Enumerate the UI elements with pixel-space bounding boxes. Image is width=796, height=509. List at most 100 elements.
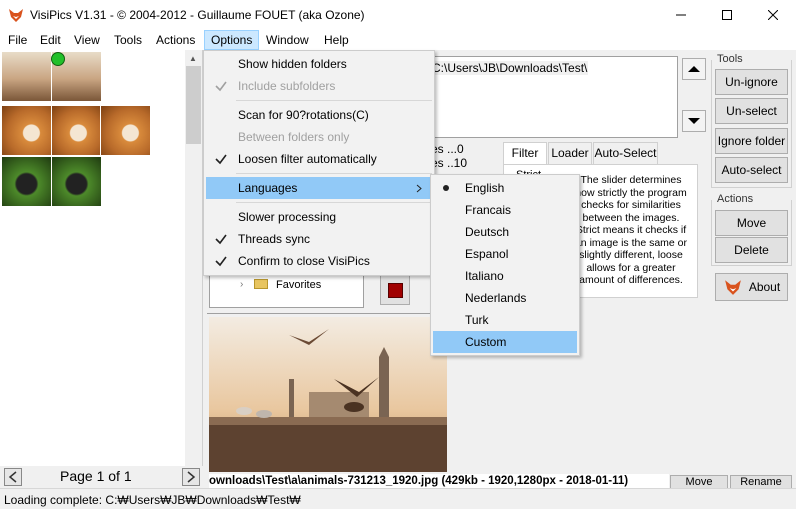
menu-separator xyxy=(236,100,432,101)
menu-window[interactable]: Window xyxy=(260,30,315,50)
menu-slower-processing[interactable]: Slower processing xyxy=(206,206,432,228)
folder-path[interactable]: C:\Users\JB\Downloads\Test\ xyxy=(431,61,589,75)
menu-show-hidden-folders[interactable]: Show hidden folders xyxy=(206,53,432,75)
check-icon xyxy=(215,256,227,267)
un-ignore-button[interactable]: Un-ignore xyxy=(715,69,788,95)
menu-include-subfolders[interactable]: Include subfolders xyxy=(206,75,432,97)
page-label: Page 1 of 1 xyxy=(60,468,132,484)
menu-options[interactable]: Options xyxy=(204,30,260,50)
thumbnail-image[interactable] xyxy=(52,157,101,206)
tab-loader[interactable]: Loader xyxy=(548,142,592,164)
menu-separator xyxy=(236,173,432,174)
minimize-button[interactable] xyxy=(658,0,704,30)
file-info: ownloads\Test\a\animals-731213_1920.jpg … xyxy=(209,474,669,489)
thumbnail-image[interactable] xyxy=(51,106,101,155)
close-icon xyxy=(768,10,778,20)
status-text: Loading complete: C:₩Users₩JB₩Downloads₩… xyxy=(4,493,301,507)
menu-view[interactable]: View xyxy=(68,30,106,50)
thumbnail-image[interactable] xyxy=(2,157,51,206)
tree-expand-icon[interactable]: › xyxy=(240,279,243,290)
tab-auto-select[interactable]: Auto-Select xyxy=(593,142,658,164)
language-english[interactable]: English xyxy=(433,177,577,199)
menu-separator xyxy=(236,202,432,203)
tab-filter[interactable]: Filter xyxy=(503,142,547,166)
menu-loosen-filter[interactable]: Loosen filter automatically xyxy=(206,148,432,170)
title-bar: VisiPics V1.31 - © 2004-2012 - Guillaume… xyxy=(0,0,796,30)
language-espanol[interactable]: Espanol xyxy=(433,243,577,265)
thumbnail-row xyxy=(2,106,151,155)
thumbnail-panel xyxy=(0,50,203,466)
menu-between-folders[interactable]: Between folders only xyxy=(206,126,432,148)
menu-actions[interactable]: Actions xyxy=(150,30,201,50)
remove-folder-button[interactable] xyxy=(682,110,706,132)
preview-divider xyxy=(207,313,450,314)
check-icon xyxy=(215,154,227,165)
info-move-button[interactable]: Move xyxy=(670,475,728,489)
un-select-button[interactable]: Un-select xyxy=(715,98,788,124)
check-icon xyxy=(215,81,227,92)
about-label: About xyxy=(748,280,781,294)
about-button[interactable]: About xyxy=(715,273,788,301)
check-icon xyxy=(215,234,227,245)
page-next-button[interactable] xyxy=(182,468,200,486)
stop-icon xyxy=(388,283,403,298)
page-prev-icon xyxy=(8,471,17,483)
arrow-down-icon xyxy=(688,118,700,124)
page-next-icon xyxy=(187,471,196,483)
thumbnail-scrollbar[interactable]: ▲ xyxy=(185,50,202,466)
preview-image xyxy=(209,317,447,472)
info-rename-button[interactable]: Rename xyxy=(730,475,792,489)
status-bar: Loading complete: C:₩Users₩JB₩Downloads₩… xyxy=(0,488,796,509)
menu-file[interactable]: File xyxy=(2,30,33,50)
scroll-up-icon[interactable]: ▲ xyxy=(189,54,197,63)
folder-list[interactable]: C:\Users\JB\Downloads\Test\ xyxy=(430,56,678,138)
stop-button[interactable] xyxy=(380,275,410,305)
minimize-icon xyxy=(676,14,686,16)
page-prev-button[interactable] xyxy=(4,468,22,486)
maximize-icon xyxy=(722,10,732,20)
filter-level-label-1: es ...0 xyxy=(431,142,464,156)
thumbnail-image[interactable] xyxy=(2,106,51,155)
fox-about-icon xyxy=(724,280,741,295)
pager: Page 1 of 1 xyxy=(0,466,203,488)
window-title: VisiPics V1.31 - © 2004-2012 - Guillaume… xyxy=(30,8,365,22)
menu-confirm-close[interactable]: Confirm to close VisiPics xyxy=(206,250,432,272)
maximize-button[interactable] xyxy=(704,0,750,30)
filter-description: The slider determines how strictly the p… xyxy=(574,174,688,286)
language-nederlands[interactable]: Nederlands xyxy=(433,287,577,309)
filter-level-label-2: es ..10 xyxy=(431,156,468,170)
menu-languages[interactable]: Languages xyxy=(206,177,432,199)
delete-button[interactable]: Delete xyxy=(715,237,788,263)
languages-menu: English Francais Deutsch Espanol Italian… xyxy=(430,174,580,356)
preview-photo xyxy=(209,317,447,472)
language-turk[interactable]: Turk xyxy=(433,309,577,331)
language-francais[interactable]: Francais xyxy=(433,199,577,221)
menu-scan-rotations[interactable]: Scan for 90?rotations(C) xyxy=(206,104,432,126)
ignore-folder-button[interactable]: Ignore folder xyxy=(715,128,788,154)
menu-edit[interactable]: Edit xyxy=(34,30,67,50)
menu-tools[interactable]: Tools xyxy=(108,30,148,50)
folder-tree[interactable]: › Favorites xyxy=(209,272,364,308)
tree-item-favorites[interactable]: Favorites xyxy=(276,279,321,291)
menu-bar: File Edit View Tools Actions Options Win… xyxy=(0,30,796,50)
radio-bullet-icon xyxy=(443,185,449,191)
add-folder-button[interactable] xyxy=(682,58,706,80)
language-custom[interactable]: Custom xyxy=(433,331,577,353)
menu-threads-sync[interactable]: Threads sync xyxy=(206,228,432,250)
fox-app-icon xyxy=(9,9,23,22)
language-italiano[interactable]: Italiano xyxy=(433,265,577,287)
submenu-arrow-icon xyxy=(416,184,422,193)
thumbnail-image[interactable] xyxy=(101,106,151,155)
options-menu: Show hidden folders Include subfolders S… xyxy=(203,50,435,276)
close-button[interactable] xyxy=(750,0,796,30)
folder-icon xyxy=(254,279,268,289)
green-dot-icon xyxy=(51,52,65,66)
move-button[interactable]: Move xyxy=(715,210,788,236)
auto-select-button[interactable]: Auto-select xyxy=(715,157,788,183)
scrollbar-thumb[interactable] xyxy=(186,66,201,144)
language-deutsch[interactable]: Deutsch xyxy=(433,221,577,243)
menu-help[interactable]: Help xyxy=(318,30,355,50)
thumbnail-image[interactable] xyxy=(2,52,51,101)
thumbnail-row xyxy=(2,157,101,206)
arrow-up-icon xyxy=(688,66,700,72)
